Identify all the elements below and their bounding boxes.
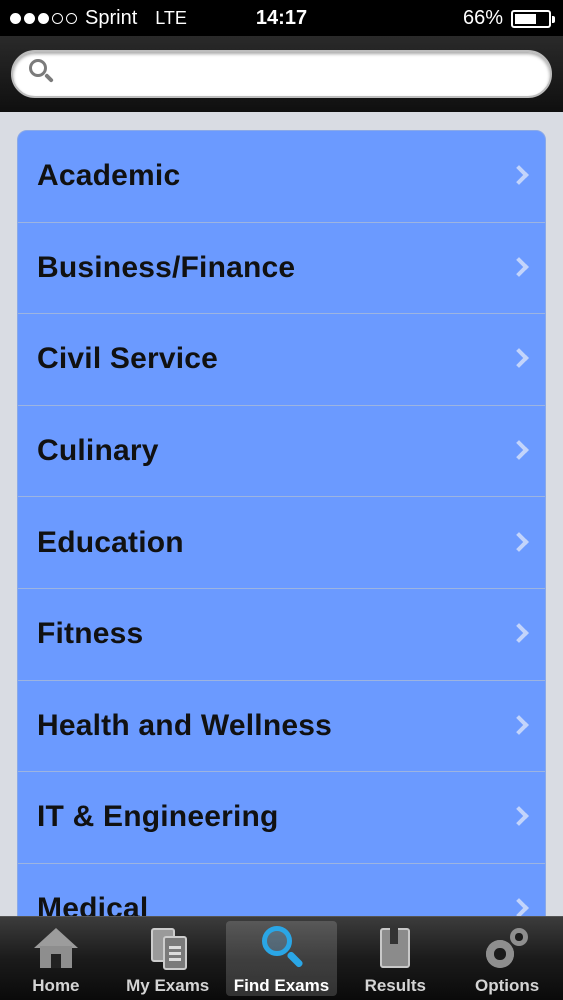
list-item-label: Civil Service <box>37 342 219 376</box>
list-item[interactable]: Business/Finance <box>18 223 545 315</box>
search-field[interactable] <box>11 50 552 98</box>
list-item[interactable]: Culinary <box>18 406 545 498</box>
list-item-label: IT & Engineering <box>37 800 279 834</box>
chevron-right-icon <box>509 165 529 186</box>
list-item[interactable]: Health and Wellness <box>18 681 545 773</box>
battery-fill <box>515 13 537 24</box>
chevron-right-icon <box>509 806 529 827</box>
list-item-label: Culinary <box>37 434 159 468</box>
chevron-right-icon <box>509 256 529 277</box>
tab-options[interactable]: Options <box>451 917 563 1000</box>
tab-results[interactable]: Results <box>339 917 451 1000</box>
tab-find-exams[interactable]: Find Exams <box>225 921 338 996</box>
battery-icon <box>511 9 555 28</box>
chevron-right-icon <box>509 348 529 369</box>
tab-label: Home <box>32 976 80 995</box>
list-item[interactable]: Medical <box>18 864 545 916</box>
chevron-right-icon <box>509 623 529 644</box>
tab-label: My Exams <box>126 976 210 995</box>
tab-label: Find Exams <box>233 976 330 995</box>
chevron-right-icon <box>509 440 529 460</box>
category-list: Academic Business/Finance Civil Service … <box>17 130 546 916</box>
chevron-right-icon <box>509 898 529 916</box>
home-icon <box>31 924 81 972</box>
list-item[interactable]: Education <box>18 497 545 589</box>
list-item[interactable]: Fitness <box>18 589 545 681</box>
tab-label: Results <box>364 976 426 995</box>
tab-bar: Home My Exams Find Exams Results Options <box>0 916 563 1000</box>
chevron-right-icon <box>509 531 529 552</box>
magnifier-icon <box>256 924 306 972</box>
search-input[interactable] <box>63 52 550 96</box>
search-bar <box>0 36 563 112</box>
status-right: 66% <box>462 7 555 30</box>
list-item-label: Academic <box>37 159 181 193</box>
tab-label: Options <box>474 976 540 995</box>
tab-my-exams[interactable]: My Exams <box>112 917 224 1000</box>
content-area: Academic Business/Finance Civil Service … <box>0 112 563 916</box>
book-icon <box>370 924 420 972</box>
documents-icon <box>143 924 193 972</box>
list-item-label: Medical <box>37 892 149 916</box>
list-item[interactable]: IT & Engineering <box>18 772 545 864</box>
list-item-label: Health and Wellness <box>37 708 332 742</box>
list-item[interactable]: Civil Service <box>18 314 545 406</box>
list-item[interactable]: Academic <box>18 131 545 223</box>
battery-percent: 66% <box>462 7 503 29</box>
tab-home[interactable]: Home <box>0 917 112 1000</box>
list-item-label: Business/Finance <box>37 250 296 284</box>
search-icon <box>25 55 63 93</box>
status-bar: Sprint LTE 14:17 66% <box>0 0 563 36</box>
list-item-label: Education <box>37 525 184 559</box>
chevron-right-icon <box>509 714 529 735</box>
gears-icon <box>482 924 532 972</box>
list-item-label: Fitness <box>37 617 144 651</box>
